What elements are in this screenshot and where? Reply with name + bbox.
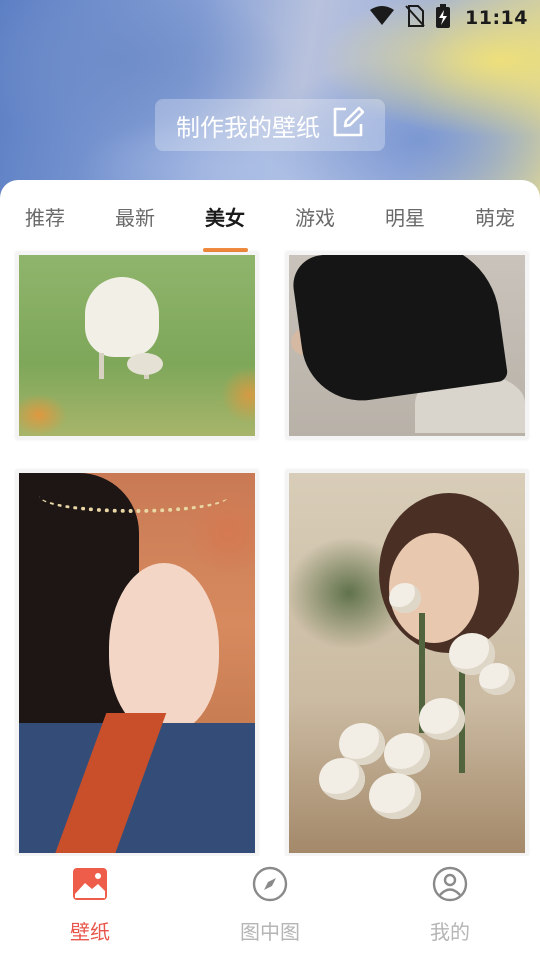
image-icon bbox=[70, 864, 110, 904]
tab-latest[interactable]: 最新 bbox=[105, 202, 165, 231]
make-wallpaper-label: 制作我的壁纸 bbox=[176, 113, 320, 142]
tab-recommended[interactable]: 推荐 bbox=[15, 202, 75, 231]
category-tabs: 推荐 最新 美女 游戏 明星 萌宠 bbox=[0, 180, 540, 252]
tab-pets[interactable]: 萌宠 bbox=[465, 202, 525, 231]
wallpaper-image bbox=[289, 255, 525, 436]
wallpaper-thumbnail[interactable] bbox=[286, 252, 528, 439]
wallpaper-image bbox=[19, 473, 255, 853]
user-icon bbox=[430, 864, 470, 904]
bottom-nav: 壁纸 图中图 我的 bbox=[0, 856, 540, 960]
battery-charging-icon bbox=[435, 4, 451, 32]
status-bar: 11:14 bbox=[0, 0, 540, 36]
nav-picture-in-picture[interactable]: 图中图 bbox=[210, 864, 330, 945]
nav-mine-label: 我的 bbox=[430, 920, 470, 944]
status-time: 11:14 bbox=[465, 7, 528, 29]
tab-games[interactable]: 游戏 bbox=[285, 202, 345, 231]
compass-icon bbox=[250, 864, 290, 904]
wallpaper-thumbnail[interactable] bbox=[16, 470, 258, 856]
wallpaper-thumbnail[interactable] bbox=[16, 252, 258, 439]
tab-celebrities[interactable]: 明星 bbox=[375, 202, 435, 231]
make-wallpaper-button[interactable]: 制作我的壁纸 bbox=[155, 99, 385, 151]
wallpaper-thumbnail[interactable] bbox=[286, 470, 528, 856]
nav-mine[interactable]: 我的 bbox=[390, 864, 510, 945]
tab-beauty[interactable]: 美女 bbox=[195, 202, 255, 231]
nav-wallpaper[interactable]: 壁纸 bbox=[30, 864, 150, 945]
wallpaper-image bbox=[289, 473, 525, 853]
no-sim-icon bbox=[405, 5, 425, 31]
content-sheet: 推荐 最新 美女 游戏 明星 萌宠 bbox=[0, 180, 540, 856]
nav-wallpaper-label: 壁纸 bbox=[70, 920, 110, 944]
nav-picture-in-picture-label: 图中图 bbox=[240, 920, 300, 944]
edit-icon bbox=[332, 106, 365, 144]
wallpaper-image bbox=[19, 255, 255, 436]
wifi-icon bbox=[369, 5, 395, 31]
